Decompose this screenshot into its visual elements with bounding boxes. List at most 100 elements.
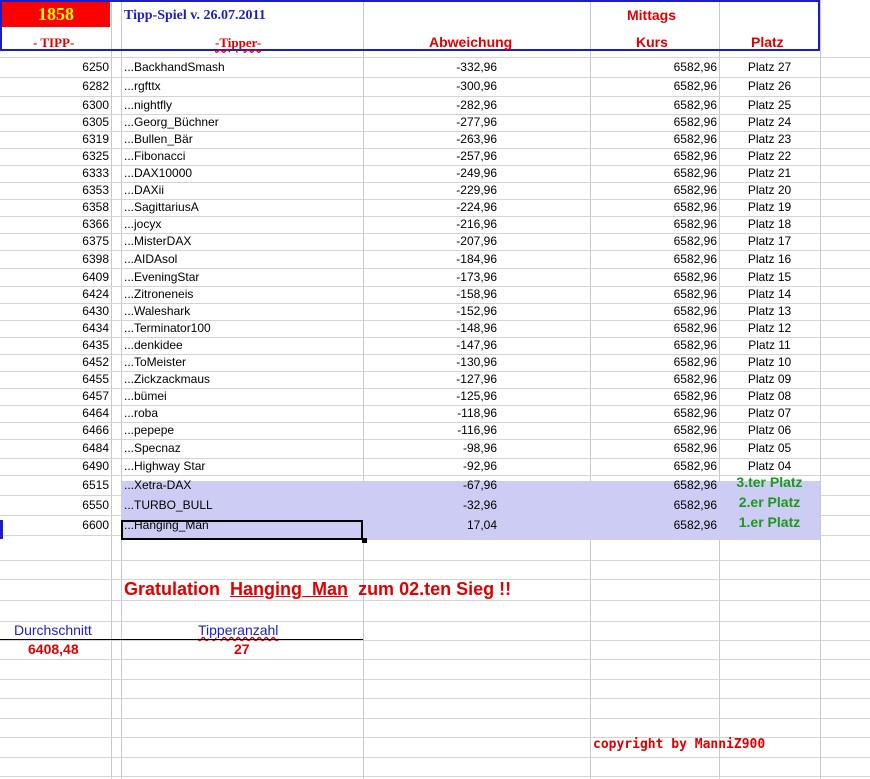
- abweichung-cell[interactable]: -125,96: [363, 388, 497, 405]
- platz-cell[interactable]: Platz 13: [719, 303, 820, 320]
- fill-handle[interactable]: [362, 538, 367, 543]
- tipp-cell[interactable]: 6457: [0, 388, 109, 405]
- kurs-cell[interactable]: 6582,96: [590, 440, 717, 457]
- abweichung-cell[interactable]: -263,96: [363, 131, 497, 148]
- tipp-cell[interactable]: 6424: [0, 286, 109, 303]
- abweichung-cell[interactable]: -152,96: [363, 303, 497, 320]
- kurs-cell[interactable]: 6582,96: [590, 97, 717, 114]
- abweichung-cell[interactable]: -216,96: [363, 216, 497, 233]
- tipper-cell[interactable]: ...pepepe: [124, 422, 174, 439]
- platz-cell[interactable]: Platz 12: [719, 320, 820, 337]
- tipper-cell[interactable]: ...nightfly: [124, 97, 172, 114]
- tipper-cell[interactable]: ...DAXii: [124, 182, 164, 199]
- kurs-cell[interactable]: 6582,96: [590, 269, 717, 286]
- platz-cell[interactable]: Platz 05: [719, 440, 820, 457]
- tipper-cell[interactable]: ...MisterDAX: [124, 233, 191, 250]
- tipper-cell[interactable]: ...Specnaz: [124, 440, 181, 457]
- abweichung-cell[interactable]: -32,96: [363, 497, 497, 514]
- kurs-cell[interactable]: 6582,96: [590, 388, 717, 405]
- tipper-cell[interactable]: ...Xetra-DAX: [124, 477, 191, 494]
- abweichung-cell[interactable]: -158,96: [363, 286, 497, 303]
- platz-cell[interactable]: 1.er Platz: [719, 514, 820, 531]
- abweichung-cell[interactable]: -98,96: [363, 440, 497, 457]
- abweichung-cell[interactable]: -184,96: [363, 251, 497, 268]
- kurs-cell[interactable]: 6582,96: [590, 199, 717, 216]
- abweichung-cell[interactable]: -147,96: [363, 337, 497, 354]
- tipper-cell[interactable]: ...Zickzackmaus: [124, 371, 210, 388]
- kurs-cell[interactable]: 6582,96: [590, 182, 717, 199]
- kurs-cell[interactable]: 6582,96: [590, 251, 717, 268]
- platz-cell[interactable]: Platz 15: [719, 269, 820, 286]
- platz-cell[interactable]: Platz 21: [719, 165, 820, 182]
- platz-cell[interactable]: 2.er Platz: [719, 494, 820, 511]
- platz-cell[interactable]: Platz 23: [719, 131, 820, 148]
- abweichung-cell[interactable]: -207,96: [363, 233, 497, 250]
- tipp-cell[interactable]: 6353: [0, 182, 109, 199]
- tipp-cell[interactable]: 6398: [0, 251, 109, 268]
- tipp-cell[interactable]: 6250: [0, 59, 109, 76]
- kurs-cell[interactable]: 6582,96: [590, 422, 717, 439]
- tipp-cell[interactable]: 6600: [0, 517, 109, 534]
- tipper-cell[interactable]: ...Zitroneneis: [124, 286, 193, 303]
- kurs-cell[interactable]: 6582,96: [590, 165, 717, 182]
- tipper-cell[interactable]: ...BackhandSmash: [124, 59, 225, 76]
- tipper-cell[interactable]: ...Highway Star: [124, 458, 205, 475]
- abweichung-cell[interactable]: -148,96: [363, 320, 497, 337]
- kurs-cell[interactable]: 6582,96: [590, 497, 717, 514]
- tipp-cell[interactable]: 6464: [0, 405, 109, 422]
- platz-cell[interactable]: Platz 17: [719, 233, 820, 250]
- selected-cell[interactable]: [121, 520, 363, 540]
- abweichung-cell[interactable]: -92,96: [363, 458, 497, 475]
- platz-cell[interactable]: Platz 14: [719, 286, 820, 303]
- tipp-cell[interactable]: 6452: [0, 354, 109, 371]
- tipper-cell[interactable]: ...Georg_Büchner: [124, 114, 219, 131]
- kurs-cell[interactable]: 6582,96: [590, 354, 717, 371]
- tipper-cell[interactable]: ...DAX10000: [124, 165, 192, 182]
- abweichung-cell[interactable]: -127,96: [363, 371, 497, 388]
- abweichung-cell[interactable]: -249,96: [363, 165, 497, 182]
- platz-cell[interactable]: Platz 20: [719, 182, 820, 199]
- tipper-cell[interactable]: ...TURBO_BULL: [124, 497, 213, 514]
- tipper-cell[interactable]: ...Waleshark: [124, 303, 190, 320]
- kurs-cell[interactable]: 6582,96: [590, 286, 717, 303]
- abweichung-cell[interactable]: -118,96: [363, 405, 497, 422]
- tipp-cell[interactable]: 6430: [0, 303, 109, 320]
- abweichung-cell[interactable]: -300,96: [363, 78, 497, 95]
- kurs-cell[interactable]: 6582,96: [590, 517, 717, 534]
- tipper-cell[interactable]: ...roba: [124, 405, 158, 422]
- tipp-cell[interactable]: 6366: [0, 216, 109, 233]
- kurs-cell[interactable]: 6582,96: [590, 233, 717, 250]
- abweichung-cell[interactable]: -282,96: [363, 97, 497, 114]
- abweichung-cell[interactable]: -332,96: [363, 59, 497, 76]
- platz-cell[interactable]: Platz 11: [719, 337, 820, 354]
- tipp-cell[interactable]: 6550: [0, 497, 109, 514]
- abweichung-cell[interactable]: -116,96: [363, 422, 497, 439]
- tipp-cell[interactable]: 6319: [0, 131, 109, 148]
- tipper-cell[interactable]: ...Bullen_Bär: [124, 131, 193, 148]
- platz-cell[interactable]: Platz 06: [719, 422, 820, 439]
- abweichung-cell[interactable]: -67,96: [363, 477, 497, 494]
- tipp-cell[interactable]: 6435: [0, 337, 109, 354]
- kurs-cell[interactable]: 6582,96: [590, 148, 717, 165]
- platz-cell[interactable]: Platz 04: [719, 458, 820, 475]
- tipp-cell[interactable]: 6282: [0, 78, 109, 95]
- kurs-cell[interactable]: 6582,96: [590, 405, 717, 422]
- tipper-cell[interactable]: ...jocyx: [124, 216, 161, 233]
- abweichung-cell[interactable]: -229,96: [363, 182, 497, 199]
- tipp-cell[interactable]: 6490: [0, 458, 109, 475]
- kurs-cell[interactable]: 6582,96: [590, 458, 717, 475]
- tipper-cell[interactable]: ...denkidee: [124, 337, 183, 354]
- abweichung-cell[interactable]: -130,96: [363, 354, 497, 371]
- tipper-cell[interactable]: ...ToMeister: [124, 354, 186, 371]
- tipp-cell[interactable]: 6455: [0, 371, 109, 388]
- kurs-cell[interactable]: 6582,96: [590, 320, 717, 337]
- platz-cell[interactable]: Platz 24: [719, 114, 820, 131]
- tipper-cell[interactable]: ...EveningStar: [124, 269, 199, 286]
- tipp-cell[interactable]: 6375: [0, 233, 109, 250]
- kurs-cell[interactable]: 6582,96: [590, 337, 717, 354]
- tipper-cell[interactable]: ...Terminator100: [124, 320, 211, 337]
- abweichung-cell[interactable]: -224,96: [363, 199, 497, 216]
- tipp-cell[interactable]: 6434: [0, 320, 109, 337]
- tipper-cell[interactable]: ...bümei: [124, 388, 167, 405]
- platz-cell[interactable]: Platz 26: [719, 78, 820, 95]
